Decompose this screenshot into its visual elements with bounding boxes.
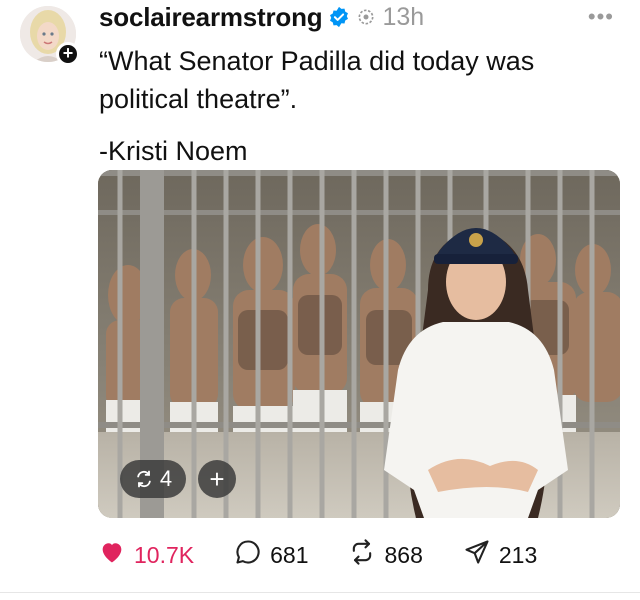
post-text-line: political theatre”. bbox=[99, 84, 298, 114]
post-time: 13h bbox=[382, 2, 425, 31]
repost-button[interactable]: 868 bbox=[348, 538, 423, 572]
username[interactable]: soclairearmstrong bbox=[99, 2, 323, 33]
post-text: “What Senator Padilla did today was poli… bbox=[99, 42, 619, 170]
heart-icon bbox=[98, 538, 126, 572]
share-icon bbox=[463, 538, 491, 572]
divider bbox=[0, 592, 640, 593]
share-button[interactable]: 213 bbox=[463, 538, 537, 572]
reply-button[interactable]: 681 bbox=[234, 538, 308, 572]
quote-count: 4 bbox=[159, 466, 173, 491]
reply-icon bbox=[234, 538, 262, 572]
like-count: 10.7K bbox=[134, 541, 195, 568]
follow-plus-icon[interactable]: + bbox=[56, 42, 80, 66]
post-image[interactable]: 4 + bbox=[98, 170, 620, 518]
quote-icon bbox=[134, 469, 154, 489]
like-button[interactable]: 10.7K bbox=[98, 538, 194, 572]
repost-count: 868 bbox=[384, 541, 423, 568]
post-signature: -Kristi Noem bbox=[99, 136, 248, 166]
reply-count: 681 bbox=[270, 541, 309, 568]
post-text-line: “What Senator Padilla did today was bbox=[99, 46, 535, 76]
repost-mini-icon bbox=[356, 7, 376, 27]
quote-button[interactable]: 4 bbox=[120, 460, 186, 498]
repost-icon bbox=[348, 538, 376, 572]
post-header: soclairearmstrong 13h bbox=[99, 2, 424, 32]
action-bar: 10.7K 681 868 213 bbox=[98, 538, 577, 572]
more-icon[interactable]: ••• bbox=[588, 4, 614, 30]
add-icon[interactable]: + bbox=[198, 460, 236, 498]
verified-badge-icon bbox=[328, 6, 350, 28]
share-count: 213 bbox=[498, 541, 538, 568]
